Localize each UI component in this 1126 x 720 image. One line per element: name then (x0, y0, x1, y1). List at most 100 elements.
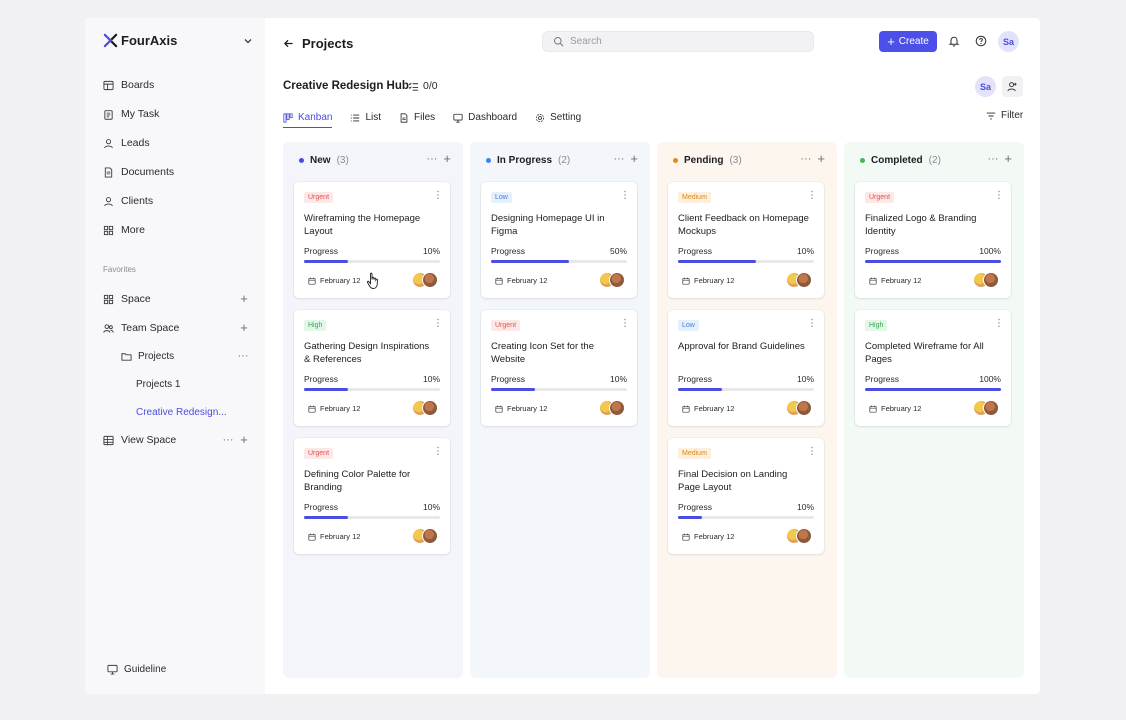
column-more-icon[interactable]: ··· (426, 153, 437, 165)
progress-label: Progress (491, 246, 526, 256)
card-menu-icon[interactable]: ⋮ (807, 319, 817, 329)
assignee-avatars[interactable] (412, 400, 440, 416)
tab-setting[interactable]: Setting (535, 110, 581, 125)
sidebar-item-leads[interactable]: Leads (103, 135, 150, 151)
column-more-icon[interactable]: ··· (987, 153, 998, 165)
task-card[interactable]: Low ⋮ Approval for Brand Guidelines Prog… (668, 310, 824, 426)
task-card[interactable]: Urgent ⋮ Creating Icon Set for the Websi… (481, 310, 637, 426)
sidebar-item-more[interactable]: More (103, 222, 145, 238)
sidebar-item-documents[interactable]: Documents (103, 164, 174, 180)
assignee-avatars[interactable] (786, 528, 814, 544)
search-input[interactable] (570, 36, 790, 47)
progress-value: 10% (796, 502, 814, 512)
task-card[interactable]: Urgent ⋮ Finalized Logo & Branding Ident… (855, 182, 1011, 298)
progress-fill (491, 388, 535, 391)
card-menu-icon[interactable]: ⋮ (994, 319, 1004, 329)
assignee-avatars[interactable] (412, 272, 440, 288)
add-team-space-plus-icon[interactable]: + (238, 321, 250, 334)
assignee-avatars[interactable] (599, 272, 627, 288)
column-actions: ··· + (800, 152, 825, 165)
card-menu-icon[interactable]: ⋮ (620, 319, 630, 329)
assignee-avatars[interactable] (599, 400, 627, 416)
tab-dashboard[interactable]: Dashboard (453, 110, 517, 125)
column-more-icon[interactable]: ··· (800, 153, 811, 165)
view-space-more-icon[interactable]: ··· (222, 434, 234, 446)
column-actions: ··· + (987, 152, 1012, 165)
card-menu-icon[interactable]: ⋮ (433, 319, 443, 329)
progress-fill (491, 260, 569, 263)
folder-icon (121, 353, 132, 361)
column-header: Completed (2) (860, 155, 941, 166)
add-card-plus-icon[interactable]: + (817, 152, 825, 165)
calendar-icon (682, 277, 690, 285)
progress-value: 100% (979, 246, 1001, 256)
card-menu-icon[interactable]: ⋮ (433, 447, 443, 457)
assignee-avatars[interactable] (786, 400, 814, 416)
progress-fill (304, 260, 348, 263)
user-avatar[interactable]: Sa (998, 31, 1019, 52)
card-menu-icon[interactable]: ⋮ (807, 191, 817, 201)
chevron-down-icon[interactable] (243, 36, 253, 46)
assignee-avatars[interactable] (973, 272, 1001, 288)
card-title: Finalized Logo & Branding Identity (865, 213, 977, 237)
card-menu-icon[interactable]: ⋮ (433, 191, 443, 201)
task-card[interactable]: High ⋮ Completed Wireframe for All Pages… (855, 310, 1011, 426)
add-space-plus-icon[interactable]: + (238, 292, 250, 305)
progress-label: Progress (865, 246, 900, 256)
filter-button[interactable]: Filter (986, 110, 1023, 121)
sidebar-item-view-space[interactable]: View Space (103, 432, 176, 448)
sidebar-item-my-task[interactable]: My Task (103, 106, 159, 122)
assignee-avatars[interactable] (786, 272, 814, 288)
progress-value: 10% (796, 246, 814, 256)
grid-icon (103, 225, 114, 235)
priority-badge: Urgent (304, 448, 334, 459)
sidebar-item-clients[interactable]: Clients (103, 193, 153, 209)
invite-member-button[interactable] (1002, 76, 1023, 97)
calendar-icon (869, 405, 877, 413)
column-header: New (3) (299, 155, 349, 166)
add-view-space-plus-icon[interactable]: + (238, 433, 250, 446)
calendar-icon (869, 277, 877, 285)
board-icon (103, 80, 114, 90)
kanban-column-completed: Completed (2) ··· + Urgent ⋮ Finalized L… (844, 142, 1024, 678)
notifications-button[interactable] (945, 32, 963, 50)
add-card-plus-icon[interactable]: + (630, 152, 638, 165)
progress-label: Progress (865, 374, 900, 384)
tab-files[interactable]: Files (399, 110, 435, 125)
fouraxis-logo-icon (103, 33, 118, 48)
tab-kanban[interactable]: Kanban (283, 110, 333, 128)
assignee-avatars[interactable] (973, 400, 1001, 416)
sidebar-folder-projects[interactable]: Projects (121, 349, 174, 364)
sidebar-item-creative-redesign[interactable]: Creative Redesign... (136, 405, 227, 420)
search-bar[interactable] (542, 31, 814, 52)
column-header: Pending (3) (673, 155, 742, 166)
task-card[interactable]: Urgent ⋮ Defining Color Palette for Bran… (294, 438, 450, 554)
sidebar-item-boards[interactable]: Boards (103, 77, 154, 93)
sidebar-item-team-space[interactable]: Team Space (103, 320, 179, 336)
sidebar-item-space[interactable]: Space (103, 291, 151, 307)
task-card[interactable]: Low ⋮ Designing Homepage UI in Figma Pro… (481, 182, 637, 298)
tab-list[interactable]: List (350, 110, 381, 125)
card-menu-icon[interactable]: ⋮ (994, 191, 1004, 201)
progress-value: 10% (422, 246, 440, 256)
guideline-link[interactable]: Guideline (107, 664, 166, 675)
back-to-projects[interactable]: Projects (283, 36, 353, 51)
column-more-icon[interactable]: ··· (613, 153, 624, 165)
task-card[interactable]: Medium ⋮ Final Decision on Landing Page … (668, 438, 824, 554)
card-menu-icon[interactable]: ⋮ (620, 191, 630, 201)
brand[interactable]: FourAxis (103, 33, 177, 48)
assignee-avatars[interactable] (412, 528, 440, 544)
task-card[interactable]: Medium ⋮ Client Feedback on Homepage Moc… (668, 182, 824, 298)
help-button[interactable] (972, 32, 990, 50)
task-card[interactable]: High ⋮ Gathering Design Inspirations & R… (294, 310, 450, 426)
sidebar-item-projects-1[interactable]: Projects 1 (136, 377, 180, 392)
due-date: February 12 (495, 276, 547, 285)
projects-more-icon[interactable]: ··· (237, 350, 249, 362)
create-button[interactable]: + Create (879, 31, 937, 52)
member-avatar[interactable]: Sa (975, 76, 996, 97)
progress-label: Progress (678, 502, 713, 512)
add-card-plus-icon[interactable]: + (1004, 152, 1012, 165)
add-card-plus-icon[interactable]: + (443, 152, 451, 165)
card-menu-icon[interactable]: ⋮ (807, 447, 817, 457)
table-icon (103, 435, 114, 445)
